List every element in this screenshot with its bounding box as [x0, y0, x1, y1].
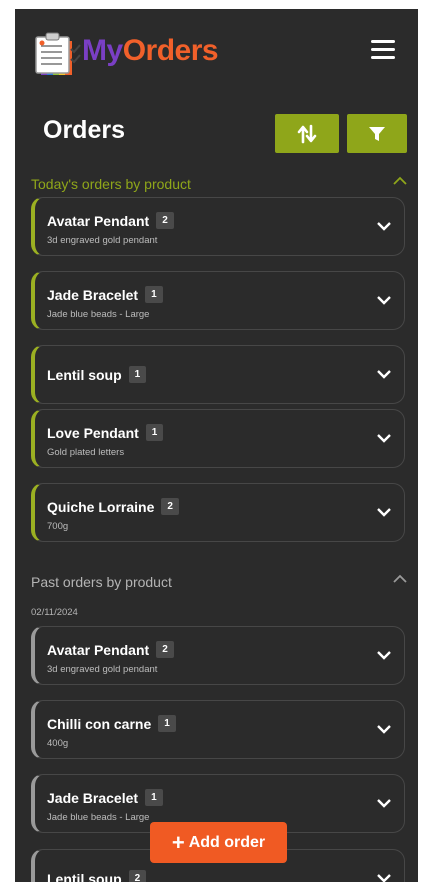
order-card-today-1[interactable]: Jade Bracelet 1 Jade blue beads - Large	[31, 271, 405, 330]
page-title: Orders	[43, 116, 125, 144]
product-name: Jade Bracelet	[47, 789, 139, 806]
chevron-down-icon[interactable]	[376, 723, 392, 735]
menu-button[interactable]	[371, 40, 395, 62]
chevron-up-icon[interactable]	[393, 574, 407, 584]
filter-funnel-icon	[369, 126, 385, 141]
quantity-badge: 2	[156, 641, 174, 658]
add-order-label: Add order	[188, 833, 266, 851]
app-screen: MyOrders Orders Today's orders by produc…	[15, 9, 418, 882]
card-name-row: Avatar Pendant 2	[47, 212, 174, 229]
quantity-badge: 1	[128, 366, 147, 383]
product-name: Avatar Pendant	[47, 212, 150, 229]
hamburger-icon	[371, 40, 395, 43]
hamburger-icon-line	[371, 48, 395, 51]
quantity-badge: 2	[156, 212, 174, 229]
quantity-badge: 1	[145, 789, 163, 806]
chevron-down-icon[interactable]	[376, 220, 392, 232]
chevron-down-icon[interactable]	[376, 506, 392, 518]
chevron-down-icon[interactable]	[376, 872, 392, 882]
product-name: Love Pendant	[47, 424, 139, 441]
product-description: Jade blue beads - Large	[47, 309, 150, 320]
chevron-down-icon[interactable]	[376, 368, 392, 380]
product-description: 700g	[47, 521, 69, 532]
chevron-down-icon[interactable]	[376, 649, 392, 661]
card-name-row: Jade Bracelet 1	[47, 789, 163, 806]
order-card-today-2[interactable]: Lentil soup 1	[31, 345, 405, 404]
chevron-down-icon[interactable]	[376, 797, 392, 809]
card-name-row: Love Pendant 1	[47, 424, 164, 441]
sort-arrows-icon	[297, 124, 317, 143]
chevron-down-icon[interactable]	[376, 294, 392, 306]
order-card-past-1[interactable]: Chilli con carne 1 400g	[31, 700, 405, 759]
product-description: Gold plated letters	[47, 447, 125, 458]
today-section-heading: Today's orders by product	[31, 176, 191, 192]
chevron-down-icon[interactable]	[376, 432, 392, 444]
add-order-button[interactable]: + Add order	[150, 822, 287, 863]
plus-icon: +	[171, 829, 185, 855]
card-name-row: Lentil soup 1	[47, 366, 147, 383]
chevron-up-icon[interactable]	[393, 176, 407, 186]
quantity-badge: 1	[145, 286, 163, 303]
quantity-badge: 1	[145, 424, 164, 441]
card-name-row: Lentil soup 2	[47, 870, 147, 883]
quantity-badge: 1	[158, 715, 176, 732]
card-name-row: Avatar Pendant 2	[47, 641, 174, 658]
logo-icon	[34, 31, 82, 75]
card-name-row: Chilli con carne 1	[47, 715, 176, 732]
product-name: Lentil soup	[47, 870, 122, 883]
quantity-badge: 2	[128, 870, 147, 882]
hamburger-icon-line	[371, 56, 395, 59]
product-description: 400g	[47, 738, 69, 749]
product-description: 3d engraved gold pendant	[47, 664, 158, 675]
brand-orders: Orders	[122, 34, 219, 67]
order-card-today-4[interactable]: Quiche Lorraine 2 700g	[31, 483, 405, 542]
product-name: Avatar Pendant	[47, 641, 150, 658]
order-card-past-0[interactable]: Avatar Pendant 2 3d engraved gold pendan…	[31, 626, 405, 685]
brand-name: MyOrders	[82, 32, 219, 70]
sort-button[interactable]	[275, 114, 339, 153]
card-name-row: Jade Bracelet 1	[47, 286, 163, 303]
order-card-today-3[interactable]: Love Pendant 1 Gold plated letters	[31, 409, 405, 468]
product-name: Lentil soup	[47, 366, 122, 383]
product-description: Jade blue beads - Large	[47, 812, 150, 823]
product-name: Quiche Lorraine	[47, 498, 155, 515]
quantity-badge: 2	[161, 498, 179, 515]
date-label: 02/11/2024	[31, 607, 78, 618]
brand-my: My	[82, 34, 123, 67]
product-name: Chilli con carne	[47, 715, 152, 732]
filter-button[interactable]	[347, 114, 407, 153]
order-card-today-0[interactable]: Avatar Pendant 2 3d engraved gold pendan…	[31, 197, 405, 256]
product-name: Jade Bracelet	[47, 286, 139, 303]
app-header: MyOrders	[15, 9, 418, 97]
past-section-heading: Past orders by product	[31, 574, 172, 590]
product-description: 3d engraved gold pendant	[47, 235, 158, 246]
card-name-row: Quiche Lorraine 2	[47, 498, 179, 515]
